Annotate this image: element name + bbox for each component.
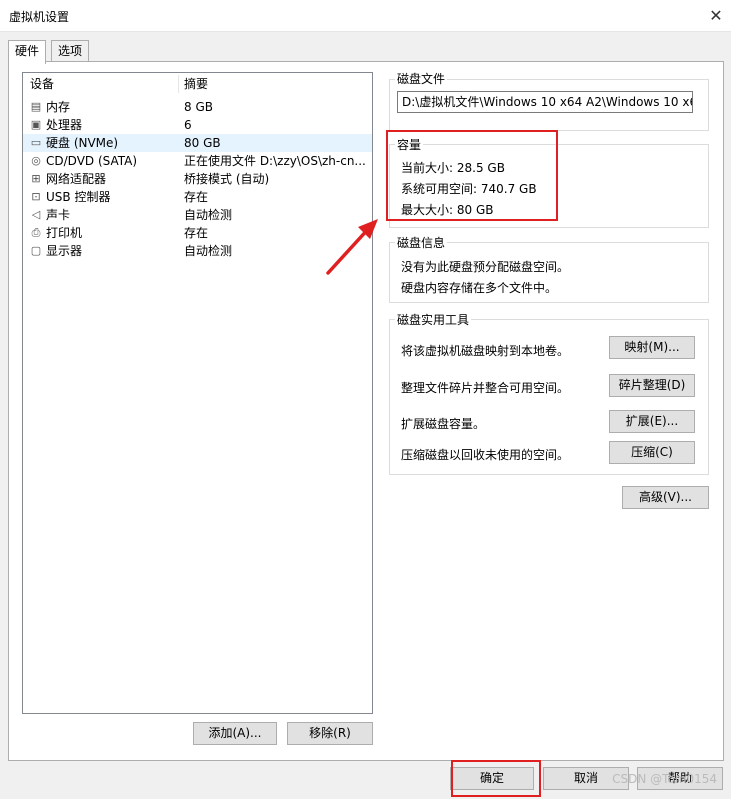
display-icon: ▢ — [30, 244, 42, 257]
device-row[interactable]: ◎ CD/DVD (SATA) 正在使用文件 D:\zzy\OS\zh-cn... — [23, 152, 372, 170]
disk-info-line-2: 硬盘内容存储在多个文件中。 — [401, 281, 558, 295]
device-row[interactable]: ⊞ 网络适配器 桥接模式 (自动) — [23, 170, 372, 188]
watermark-text: CSDN @Tom0154 — [612, 772, 717, 786]
device-summary: 8 GB — [184, 100, 213, 114]
device-name: USB 控制器 — [46, 190, 111, 204]
sound-card-icon: ◁ — [31, 208, 41, 221]
column-header-device[interactable]: 设备 — [30, 73, 54, 95]
column-separator — [178, 75, 179, 93]
expand-description: 扩展磁盘容量。 — [401, 417, 486, 431]
capacity-highlight-box — [386, 130, 558, 221]
defragment-description: 整理文件碎片并整合可用空间。 — [401, 381, 570, 395]
device-name: 显示器 — [46, 244, 83, 258]
disk-file-path-field[interactable]: D:\虚拟机文件\Windows 10 x64 A2\Windows 10 x6… — [397, 91, 693, 113]
device-row[interactable]: ⊡ USB 控制器 存在 — [23, 188, 372, 206]
compact-button[interactable]: 压缩(C) — [609, 441, 695, 464]
map-description: 将该虚拟机磁盘映射到本地卷。 — [401, 344, 570, 358]
ok-highlight-box — [451, 760, 541, 797]
column-header-summary[interactable]: 摘要 — [184, 73, 208, 95]
disk-info-title: 磁盘信息 — [395, 236, 448, 250]
network-adapter-icon: ⊞ — [31, 172, 41, 185]
annotation-arrow-icon — [326, 219, 378, 275]
processor-icon: ▣ — [30, 118, 42, 131]
device-name: 硬盘 (NVMe) — [46, 136, 119, 150]
disk-file-title: 磁盘文件 — [395, 72, 448, 86]
printer-icon: ⎙ — [31, 226, 41, 239]
disk-utilities-title: 磁盘实用工具 — [395, 313, 472, 327]
device-summary: 存在 — [184, 190, 209, 204]
close-icon[interactable]: ✕ — [701, 0, 731, 30]
device-row[interactable]: ▤ 内存 8 GB — [23, 98, 372, 116]
compact-description: 压缩磁盘以回收未使用的空间。 — [401, 448, 570, 462]
device-name: CD/DVD (SATA) — [46, 154, 138, 168]
remove-device-button[interactable]: 移除(R) — [287, 722, 373, 745]
device-row[interactable]: ▭ 硬盘 (NVMe) 80 GB — [23, 134, 372, 152]
cd-dvd-icon: ◎ — [31, 154, 41, 167]
disk-info-line-1: 没有为此硬盘预分配磁盘空间。 — [401, 260, 570, 274]
device-summary: 80 GB — [184, 136, 221, 150]
title-bar: 虚拟机设置 ✕ — [0, 0, 731, 31]
device-summary: 桥接模式 (自动) — [184, 172, 270, 186]
device-row[interactable]: ▣ 处理器 6 — [23, 116, 372, 134]
window-title: 虚拟机设置 — [9, 10, 70, 24]
hard-disk-icon: ▭ — [30, 136, 42, 149]
defragment-button[interactable]: 碎片整理(D) — [609, 374, 695, 397]
device-summary: 6 — [184, 118, 192, 132]
device-name: 打印机 — [46, 226, 83, 240]
device-name: 网络适配器 — [46, 172, 107, 186]
device-name: 内存 — [46, 100, 71, 114]
expand-button[interactable]: 扩展(E)... — [609, 410, 695, 433]
device-summary: 正在使用文件 D:\zzy\OS\zh-cn... — [184, 154, 366, 168]
usb-controller-icon: ⊡ — [31, 190, 41, 203]
device-name: 处理器 — [46, 118, 83, 132]
add-device-button[interactable]: 添加(A)... — [193, 722, 277, 745]
device-list[interactable]: 设备 摘要 ▤ 内存 8 GB ▣ 处理器 6 ▭ 硬盘 (NVMe) 80 GB ◎ CD/DVD… — [22, 72, 373, 714]
advanced-button[interactable]: 高级(V)... — [622, 486, 709, 509]
map-button[interactable]: 映射(M)... — [609, 336, 695, 359]
tab-hardware[interactable]: 硬件 — [8, 40, 47, 64]
device-name: 声卡 — [46, 208, 71, 222]
tab-options[interactable]: 选项 — [51, 40, 90, 63]
memory-icon: ▤ — [30, 100, 42, 113]
